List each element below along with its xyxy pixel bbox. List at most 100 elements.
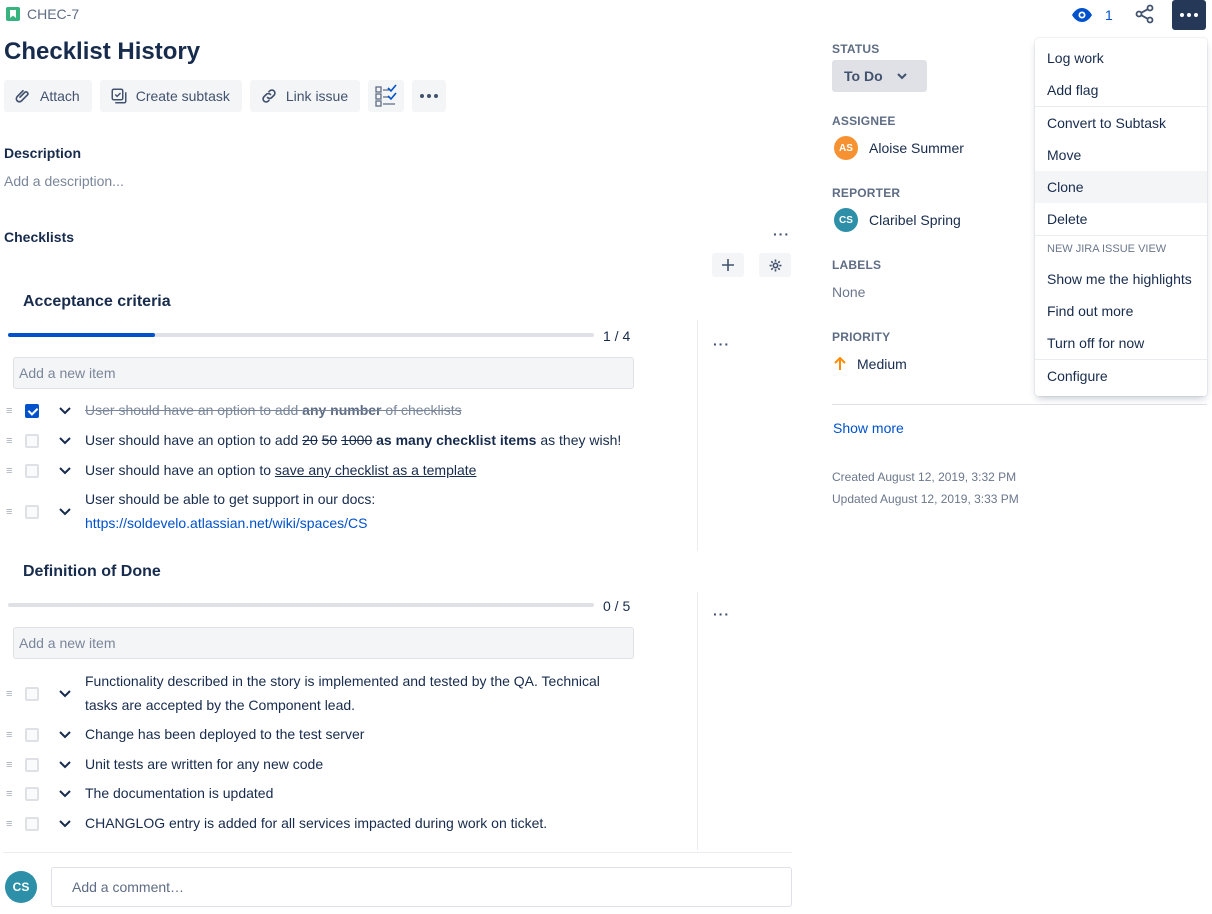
drag-handle-icon[interactable]: ≡: [6, 506, 15, 518]
updated-date: Updated August 12, 2019, 3:33 PM: [832, 492, 1019, 506]
checklist-item[interactable]: ≡ CHANGLOG entry is added for all servic…: [0, 811, 690, 835]
description-label: Description: [4, 145, 82, 161]
menu-item-find-out-more[interactable]: Find out more: [1035, 295, 1207, 327]
add-checklist-button[interactable]: [712, 253, 744, 277]
share-icon: [1135, 4, 1154, 24]
reporter-name: Claribel Spring: [869, 212, 961, 228]
menu-item-turn-off[interactable]: Turn off for now: [1035, 327, 1207, 359]
docs-link[interactable]: https://soldevelo.atlassian.net/wiki/spa…: [85, 511, 375, 535]
checklist-more-button[interactable]: ···: [713, 606, 730, 622]
checklist-item[interactable]: ≡ User should have an option to add 20 5…: [0, 428, 690, 452]
menu-item-add-flag[interactable]: Add flag: [1035, 74, 1207, 106]
add-item-input[interactable]: Add a new item: [13, 357, 634, 389]
checklist-item[interactable]: ≡ User should have an option to add any …: [0, 398, 690, 422]
drag-handle-icon[interactable]: ≡: [6, 405, 15, 417]
item-checkbox[interactable]: [25, 404, 39, 418]
share-button[interactable]: [1135, 4, 1155, 27]
menu-item-show-highlights[interactable]: Show me the highlights: [1035, 263, 1207, 295]
reporter-field[interactable]: CS Claribel Spring: [834, 208, 961, 232]
item-checkbox[interactable]: [25, 758, 39, 772]
menu-divider: [1035, 235, 1207, 236]
checklist-item[interactable]: ≡ User should be able to get support in …: [0, 487, 690, 535]
status-dropdown[interactable]: To Do: [832, 60, 927, 92]
drag-handle-icon[interactable]: ≡: [6, 788, 15, 800]
checklists-more-button[interactable]: ···: [773, 226, 790, 242]
plus-icon: [722, 259, 734, 271]
chevron-down-icon[interactable]: [59, 405, 71, 417]
labels-label: LABELS: [832, 258, 882, 272]
item-text[interactable]: Change has been deployed to the test ser…: [85, 722, 364, 746]
story-icon: [6, 7, 20, 21]
watchers-button[interactable]: 1: [1071, 4, 1113, 26]
chevron-down-icon: [896, 72, 907, 79]
create-subtask-button[interactable]: Create subtask: [99, 80, 242, 112]
link-issue-button[interactable]: Link issue: [249, 80, 361, 112]
chevron-down-icon[interactable]: [59, 729, 71, 741]
show-more-link[interactable]: Show more: [833, 420, 904, 436]
item-text[interactable]: User should have an option to add 20 50 …: [85, 428, 621, 452]
item-text[interactable]: User should be able to get support in ou…: [85, 487, 375, 535]
checklist-item[interactable]: ≡ User should have an option to save any…: [0, 458, 690, 482]
item-checkbox[interactable]: [25, 728, 39, 742]
dot: [434, 94, 439, 98]
drag-handle-icon[interactable]: ≡: [6, 435, 15, 447]
toolbar-more-button[interactable]: [412, 80, 447, 112]
issue-title[interactable]: Checklist History: [4, 38, 200, 66]
gear-icon: [769, 259, 781, 271]
assignee-field[interactable]: AS Aloise Summer: [834, 136, 964, 160]
checklist-title[interactable]: Acceptance criteria: [23, 293, 171, 311]
paperclip-icon: [15, 89, 29, 103]
chevron-down-icon[interactable]: [59, 688, 71, 700]
item-checkbox[interactable]: [25, 434, 39, 448]
menu-item-convert-to-subtask[interactable]: Convert to Subtask: [1035, 107, 1207, 139]
checklist-title[interactable]: Definition of Done: [23, 563, 161, 581]
chevron-down-icon[interactable]: [59, 818, 71, 830]
menu-item-log-work[interactable]: Log work: [1035, 42, 1207, 74]
drag-handle-icon[interactable]: ≡: [6, 688, 15, 700]
item-text[interactable]: User should have an option to add any nu…: [85, 398, 462, 422]
item-text[interactable]: Unit tests are written for any new code: [85, 752, 323, 776]
issue-key[interactable]: CHEC-7: [6, 6, 79, 22]
item-text[interactable]: Functionality described in the story is …: [85, 669, 600, 717]
description-field[interactable]: Add a description...: [4, 173, 124, 189]
checklist-item[interactable]: ≡ The documentation is updated: [0, 781, 690, 805]
comment-input[interactable]: Add a comment…: [51, 867, 792, 907]
drag-handle-icon[interactable]: ≡: [6, 759, 15, 771]
checklist-item[interactable]: ≡ Functionality described in the story i…: [0, 669, 690, 717]
checklist-item[interactable]: ≡ Unit tests are written for any new cod…: [0, 752, 690, 776]
priority-value: Medium: [857, 356, 907, 372]
chevron-down-icon[interactable]: [59, 435, 71, 447]
chevron-down-icon[interactable]: [59, 465, 71, 477]
menu-item-configure[interactable]: Configure: [1035, 360, 1207, 392]
checklist-more-button[interactable]: ···: [713, 336, 730, 352]
checklist-button[interactable]: [368, 80, 405, 112]
issue-toolbar: Attach Create subtask Link issue: [4, 80, 447, 112]
chevron-down-icon[interactable]: [59, 506, 71, 518]
item-checkbox[interactable]: [25, 787, 39, 801]
item-checkbox[interactable]: [25, 687, 39, 701]
priority-field[interactable]: Medium: [833, 356, 907, 372]
created-date: Created August 12, 2019, 3:32 PM: [832, 470, 1017, 484]
drag-handle-icon[interactable]: ≡: [6, 818, 15, 830]
drag-handle-icon[interactable]: ≡: [6, 465, 15, 477]
item-checkbox[interactable]: [25, 464, 39, 478]
menu-item-move[interactable]: Move: [1035, 139, 1207, 171]
item-text[interactable]: User should have an option to save any c…: [85, 458, 476, 482]
labels-field[interactable]: None: [832, 284, 865, 300]
item-text[interactable]: The documentation is updated: [85, 781, 273, 805]
checklist-settings-button[interactable]: [759, 253, 791, 277]
create-subtask-label: Create subtask: [135, 88, 230, 104]
chevron-down-icon[interactable]: [59, 759, 71, 771]
item-text[interactable]: CHANGLOG entry is added for all services…: [85, 811, 547, 835]
menu-item-clone[interactable]: Clone: [1035, 171, 1207, 203]
checklist-item[interactable]: ≡ Change has been deployed to the test s…: [0, 722, 690, 746]
item-checkbox[interactable]: [25, 817, 39, 831]
menu-item-delete[interactable]: Delete: [1035, 203, 1207, 235]
more-actions-button[interactable]: [1172, 0, 1206, 30]
link-icon: [262, 89, 276, 103]
chevron-down-icon[interactable]: [59, 788, 71, 800]
add-item-input[interactable]: Add a new item: [13, 627, 634, 659]
drag-handle-icon[interactable]: ≡: [6, 729, 15, 741]
item-checkbox[interactable]: [25, 505, 39, 519]
attach-button[interactable]: Attach: [4, 80, 92, 112]
